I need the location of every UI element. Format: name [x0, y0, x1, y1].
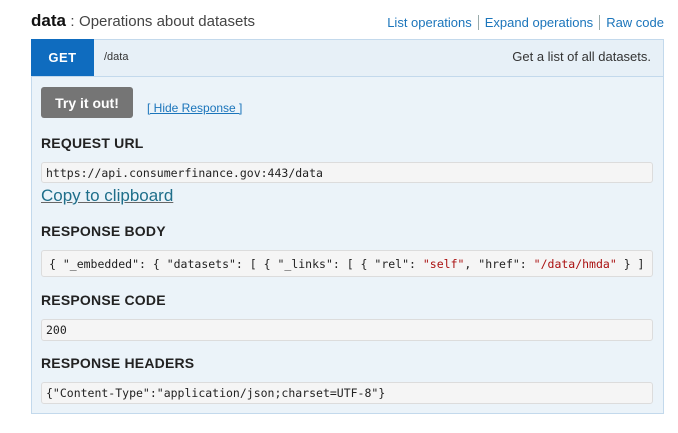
hide-response-link[interactable]: [ Hide Response ]	[147, 101, 242, 115]
raw-code-link[interactable]: Raw code	[600, 15, 664, 30]
response-body-string-self: "self"	[422, 256, 465, 271]
copy-to-clipboard-link[interactable]: Copy to clipboard	[41, 186, 173, 206]
request-url-label: REQUEST URL	[41, 135, 144, 151]
response-code-box: 200	[41, 319, 653, 341]
resource-name[interactable]: data	[31, 11, 66, 30]
operation-summary[interactable]: Get a list of all datasets.	[512, 49, 651, 64]
expand-operations-link[interactable]: Expand operations	[477, 15, 601, 30]
response-headers-value: {"Content-Type":"application/json;charse…	[46, 386, 386, 400]
response-code-label: RESPONSE CODE	[41, 292, 166, 308]
operation-path[interactable]: /data	[104, 51, 128, 63]
operations-links: List operations Expand operations Raw code	[381, 15, 664, 30]
http-method-badge[interactable]: GET	[31, 39, 94, 76]
list-operations-link[interactable]: List operations	[381, 15, 478, 30]
response-headers-label: RESPONSE HEADERS	[41, 355, 195, 371]
response-body-part-2: , "href":	[464, 256, 534, 271]
response-body-part-3: } ]	[616, 256, 645, 271]
response-body-text: { "_embedded": { "datasets": [ { "_links…	[49, 257, 644, 271]
response-body-part-1: { "_embedded": { "datasets": [ { "_links…	[49, 256, 423, 271]
try-it-out-button[interactable]: Try it out!	[41, 87, 133, 118]
resource-description: Operations about datasets	[79, 13, 255, 30]
request-url-value: https://api.consumerfinance.gov:443/data	[46, 165, 323, 180]
request-url-box: https://api.consumerfinance.gov:443/data	[41, 162, 653, 183]
response-body-box[interactable]: { "_embedded": { "datasets": [ { "_links…	[41, 250, 653, 277]
operation-panel: GET /data Get a list of all datasets. Tr…	[31, 39, 664, 414]
response-body-label: RESPONSE BODY	[41, 223, 166, 239]
resource-separator: :	[70, 13, 75, 30]
response-body-string-href: "/data/hmda"	[533, 256, 617, 271]
operation-header[interactable]: GET /data Get a list of all datasets.	[31, 39, 663, 77]
response-code-value: 200	[46, 323, 67, 337]
response-headers-box: {"Content-Type":"application/json;charse…	[41, 382, 653, 404]
resource-heading: data : Operations about datasets List op…	[31, 11, 664, 35]
